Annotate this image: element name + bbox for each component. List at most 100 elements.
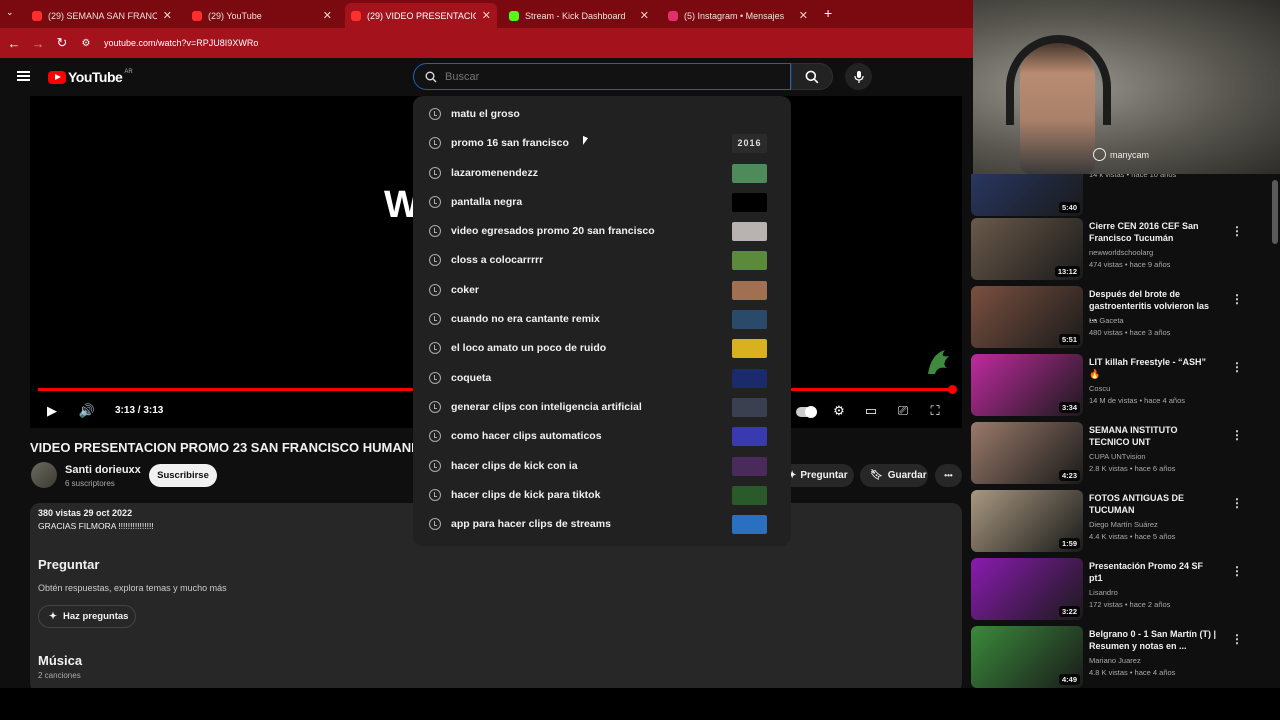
reload-icon[interactable]: ↻ bbox=[50, 35, 74, 51]
suggestion-item[interactable]: app para hacer clips de streams bbox=[413, 510, 791, 539]
new-tab-button[interactable]: + bbox=[824, 5, 832, 21]
tab-search-icon[interactable]: ⌄ bbox=[6, 7, 14, 18]
recommended-video-title[interactable]: LIT killah Freestyle - “ASH” 🔥 bbox=[1089, 356, 1217, 380]
browser-tab-instagram[interactable]: (5) Instagram • Mensajes ✕ bbox=[662, 3, 814, 28]
video-thumbnail[interactable]: 13:12 bbox=[971, 218, 1083, 280]
suggestion-thumbnail[interactable] bbox=[732, 397, 767, 417]
browser-tab-video-presentacion[interactable]: (29) VIDEO PRESENTACION PRO ✕ bbox=[345, 3, 497, 28]
suggestion-item[interactable]: cuando no era cantante remix bbox=[413, 305, 791, 334]
recommended-video-title[interactable]: SEMANA INSTITUTO TECNICO UNT bbox=[1089, 424, 1217, 448]
search-button[interactable] bbox=[791, 63, 833, 90]
suggestion-thumbnail[interactable]: 2016 bbox=[732, 134, 767, 154]
recommended-channel[interactable]: CUPA UNTvision bbox=[1089, 452, 1146, 461]
scrollbar-thumb[interactable] bbox=[1272, 180, 1278, 244]
browser-tab-semana[interactable]: (29) SEMANA SAN FRANCISCO ✕ bbox=[26, 3, 178, 28]
recommended-channel[interactable]: Mariano Juarez bbox=[1089, 656, 1141, 665]
recommended-channel[interactable]: La Gaceta bbox=[1089, 316, 1124, 325]
back-icon[interactable]: ← bbox=[2, 36, 26, 51]
search-box[interactable] bbox=[413, 63, 791, 90]
recommended-video[interactable]: 3:22 Presentación Promo 24 SF pt1 Lisandro… bbox=[971, 558, 1271, 624]
recommended-channel[interactable]: Diego Martín Suárez bbox=[1089, 520, 1158, 529]
scrubber-handle[interactable] bbox=[948, 385, 957, 394]
close-tab-icon[interactable]: ✕ bbox=[640, 9, 649, 22]
suggestion-item[interactable]: generar clips con inteligencia artificia… bbox=[413, 393, 791, 422]
settings-gear-icon[interactable]: ⚙ bbox=[830, 402, 848, 420]
suggestion-thumbnail[interactable] bbox=[732, 222, 767, 242]
suggestion-item[interactable]: lazaromenendezz bbox=[413, 159, 791, 188]
recommended-video[interactable]: 5:40lucas araoz14 k vistas • hace 10 año… bbox=[971, 174, 1271, 220]
recommended-video-title[interactable]: Belgrano 0 - 1 San Martín (T) | Resumen … bbox=[1089, 628, 1217, 652]
suggestion-item[interactable]: video egresados promo 20 san francisco bbox=[413, 217, 791, 246]
suggestion-item[interactable]: closs a colocarrrrr bbox=[413, 246, 791, 275]
recommended-video[interactable]: 4:49 Belgrano 0 - 1 San Martín (T) | Resu… bbox=[971, 626, 1271, 688]
suggestion-thumbnail[interactable] bbox=[732, 427, 767, 447]
browser-tab-kick[interactable]: Stream - Kick Dashboard ✕ bbox=[503, 3, 655, 28]
ask-questions-button[interactable]: ✦ Haz preguntas bbox=[38, 605, 136, 628]
channel-avatar[interactable] bbox=[31, 462, 57, 488]
suggestion-thumbnail[interactable] bbox=[732, 310, 767, 330]
close-tab-icon[interactable]: ✕ bbox=[482, 9, 491, 22]
video-thumbnail[interactable]: 5:51 bbox=[971, 286, 1083, 348]
more-options-icon[interactable]: ⋮ bbox=[1231, 428, 1243, 442]
play-icon[interactable]: ▶ bbox=[43, 402, 61, 420]
miniplayer-icon[interactable]: ▭ bbox=[862, 402, 880, 420]
voice-search-button[interactable] bbox=[845, 63, 872, 90]
recommended-video-title[interactable]: Presentación Promo 24 SF pt1 bbox=[1089, 560, 1217, 584]
suggestion-thumbnail[interactable] bbox=[732, 280, 767, 300]
close-tab-icon[interactable]: ✕ bbox=[163, 9, 172, 22]
site-info-icon[interactable]: ⚙ bbox=[74, 38, 98, 49]
autoplay-toggle-icon[interactable] bbox=[796, 402, 817, 420]
suggestion-item[interactable]: hacer clips de kick para tiktok bbox=[413, 481, 791, 510]
suggestion-thumbnail[interactable] bbox=[732, 368, 767, 388]
search-input[interactable] bbox=[445, 70, 745, 83]
close-tab-icon[interactable]: ✕ bbox=[799, 9, 808, 22]
hamburger-menu-icon[interactable] bbox=[17, 71, 30, 81]
more-options-icon[interactable]: ⋮ bbox=[1231, 632, 1243, 646]
recommended-channel[interactable]: Coscu bbox=[1089, 384, 1110, 393]
suggestion-thumbnail[interactable] bbox=[732, 456, 767, 476]
fullscreen-icon[interactable]: ⛶ bbox=[926, 402, 944, 420]
suggestion-item[interactable]: hacer clips de kick con ia bbox=[413, 452, 791, 481]
more-actions-button[interactable]: ••• bbox=[935, 464, 962, 487]
subscribe-button[interactable]: Suscribirse bbox=[149, 464, 217, 487]
recommended-video[interactable]: 5:51 Después del brote de gastroenteritis… bbox=[971, 286, 1271, 352]
video-thumbnail[interactable]: 3:22 bbox=[971, 558, 1083, 620]
video-thumbnail[interactable]: 1:59 bbox=[971, 490, 1083, 552]
suggestion-thumbnail[interactable] bbox=[732, 515, 767, 535]
suggestion-item[interactable]: matu el groso bbox=[413, 100, 791, 129]
close-tab-icon[interactable]: ✕ bbox=[323, 9, 332, 22]
recommended-channel[interactable]: Lisandro bbox=[1089, 588, 1118, 597]
suggestion-item[interactable]: coker bbox=[413, 276, 791, 305]
more-options-icon[interactable]: ⋮ bbox=[1231, 360, 1243, 374]
suggestion-item[interactable]: pantalla negra bbox=[413, 188, 791, 217]
recommended-video[interactable]: 13:12 Cierre CEN 2016 CEF San Francisco T… bbox=[971, 218, 1271, 284]
url-field[interactable]: youtube.com/watch?v=RPJU8I9XWRo bbox=[104, 38, 258, 48]
recommended-video[interactable]: 4:23 SEMANA INSTITUTO TECNICO UNT CUPA UNT… bbox=[971, 422, 1271, 488]
youtube-logo[interactable]: YouTube AR bbox=[48, 69, 133, 85]
suggestion-item[interactable]: promo 16 san francisco 2016 bbox=[413, 129, 791, 158]
suggestion-item[interactable]: coqueta bbox=[413, 364, 791, 393]
suggestion-thumbnail[interactable] bbox=[732, 485, 767, 505]
more-options-icon[interactable]: ⋮ bbox=[1231, 292, 1243, 306]
more-options-icon[interactable]: ⋮ bbox=[1231, 496, 1243, 510]
suggestion-thumbnail[interactable] bbox=[732, 339, 767, 359]
video-thumbnail[interactable]: 4:49 bbox=[971, 626, 1083, 688]
video-thumbnail[interactable]: 5:40 bbox=[971, 174, 1083, 216]
recommended-video[interactable]: 3:34 LIT killah Freestyle - “ASH” 🔥 Coscu 1… bbox=[971, 354, 1271, 420]
suggestion-item[interactable]: como hacer clips automaticos bbox=[413, 422, 791, 451]
recommended-video-title[interactable]: FOTOS ANTIGUAS DE TUCUMAN bbox=[1089, 492, 1217, 516]
volume-icon[interactable]: 🔊 bbox=[78, 402, 96, 420]
video-thumbnail[interactable]: 3:34 bbox=[971, 354, 1083, 416]
video-thumbnail[interactable]: 4:23 bbox=[971, 422, 1083, 484]
suggestion-thumbnail[interactable] bbox=[732, 192, 767, 212]
suggestion-thumbnail[interactable] bbox=[732, 163, 767, 183]
suggestion-item[interactable]: el loco amato un poco de ruido bbox=[413, 334, 791, 363]
save-button[interactable]: 🔖︎ Guardar bbox=[860, 464, 928, 487]
forward-icon[interactable]: → bbox=[26, 36, 50, 51]
more-options-icon[interactable]: ⋮ bbox=[1231, 564, 1243, 578]
cast-icon[interactable]: ⎚ bbox=[894, 402, 912, 420]
more-options-icon[interactable]: ⋮ bbox=[1231, 224, 1243, 238]
recommended-video-title[interactable]: Cierre CEN 2016 CEF San Francisco Tucumá… bbox=[1089, 220, 1217, 244]
suggestion-thumbnail[interactable] bbox=[732, 251, 767, 271]
sidebar-scrollbar[interactable] bbox=[1270, 174, 1280, 688]
